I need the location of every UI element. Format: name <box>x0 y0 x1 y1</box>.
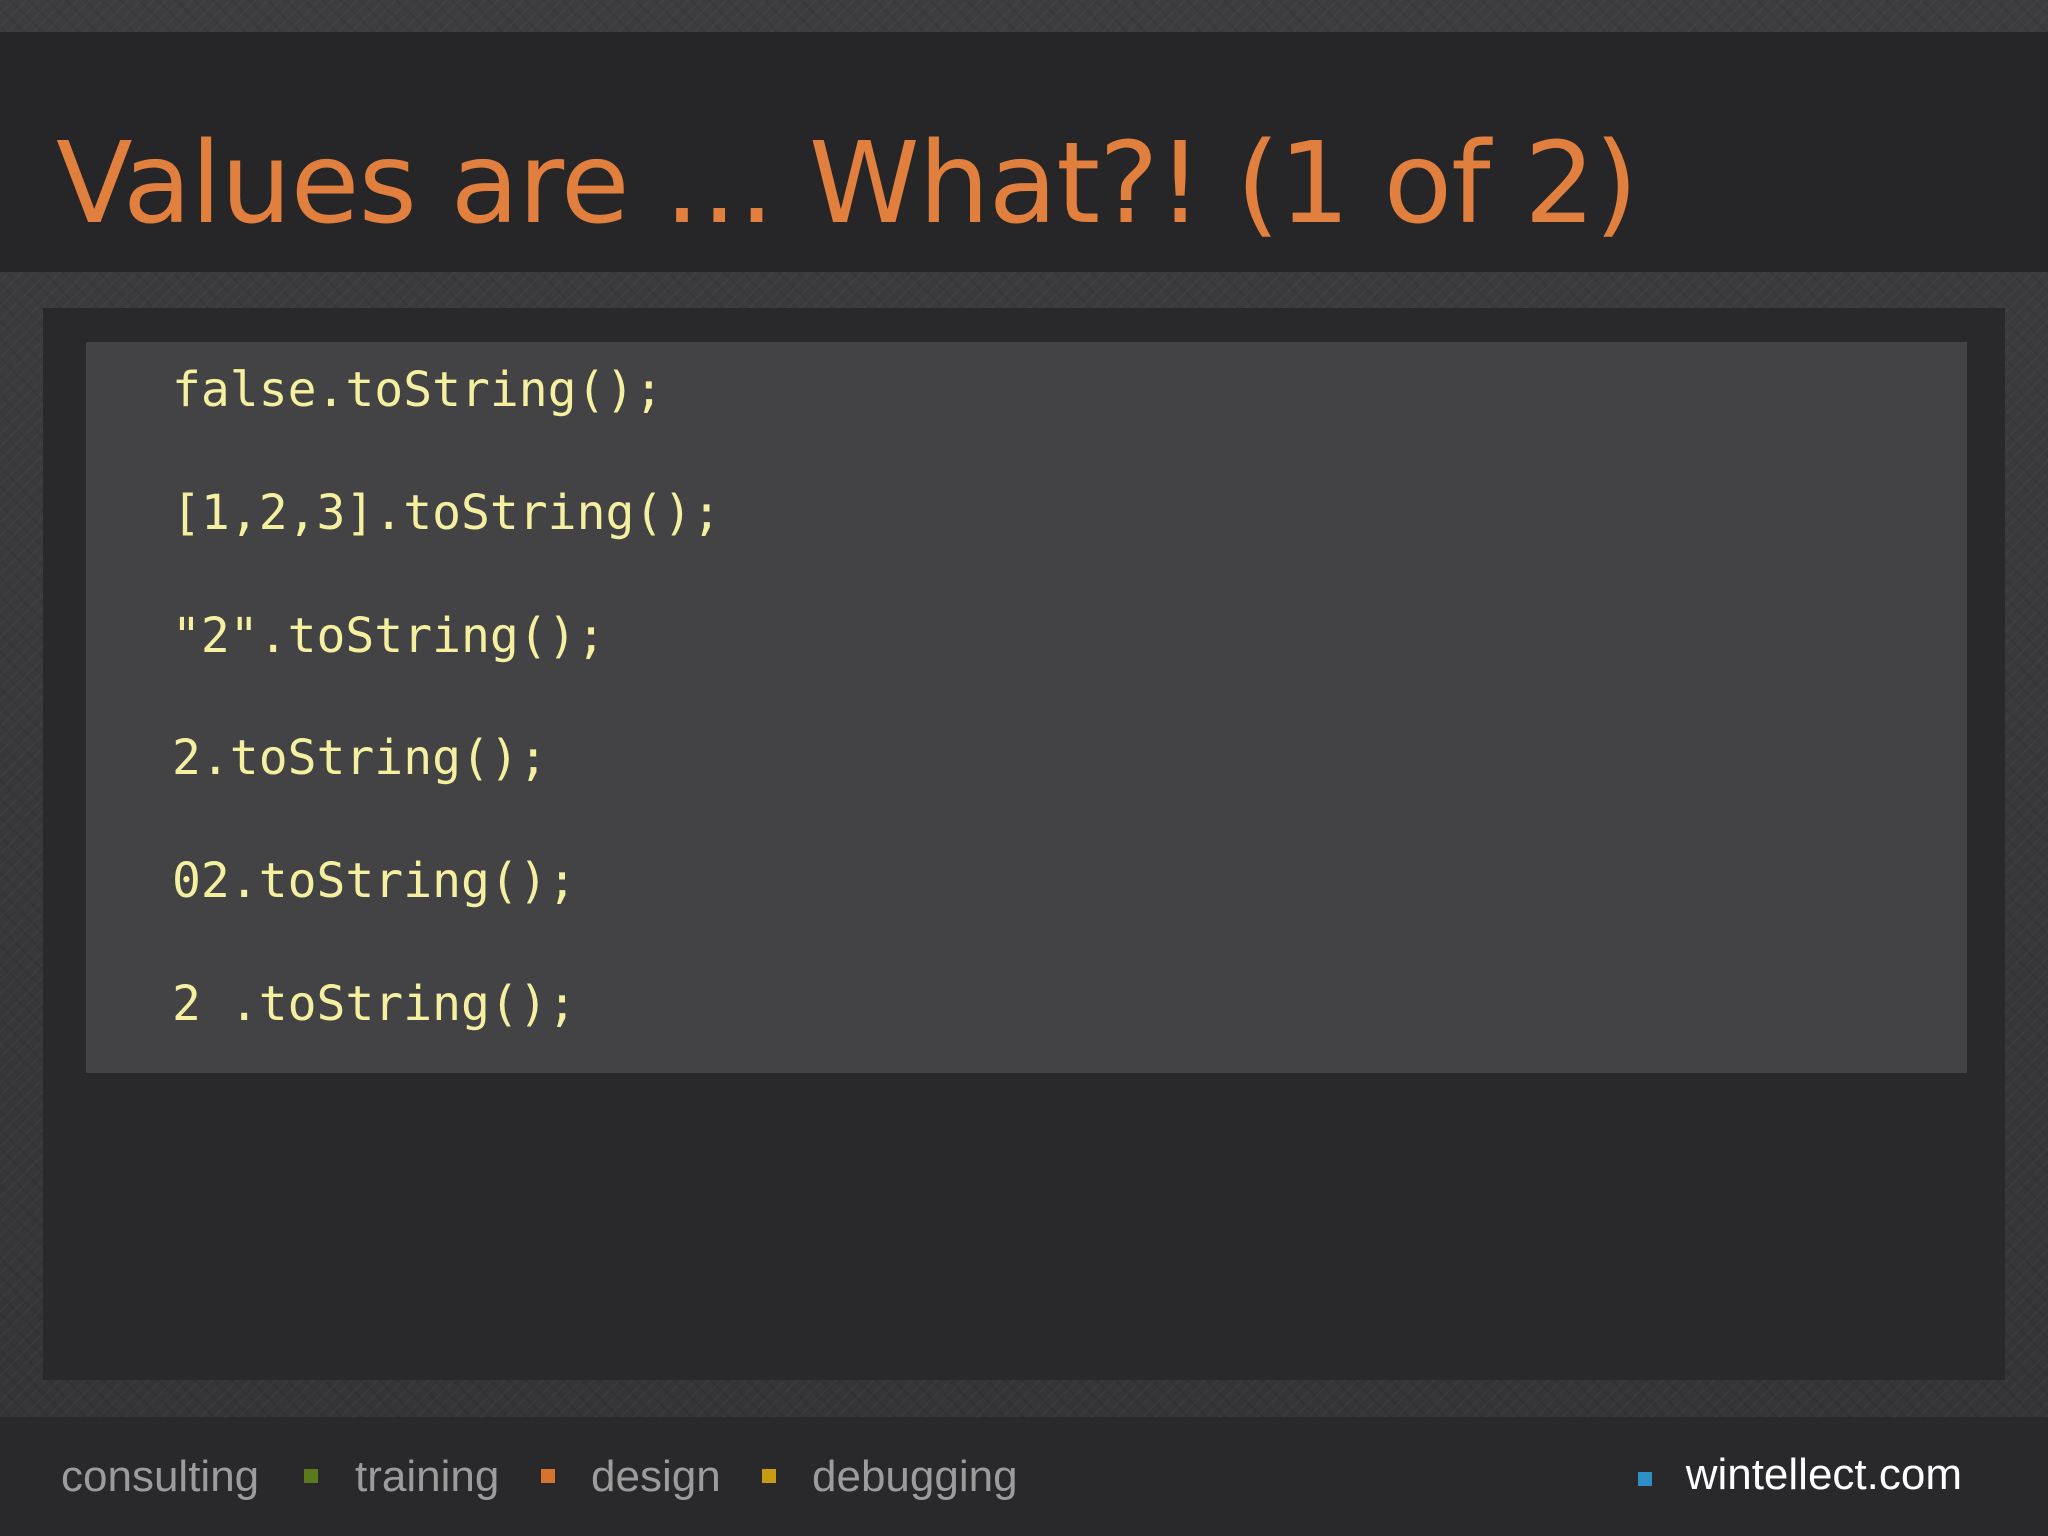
footer-item-debugging: debugging <box>812 1452 1018 1501</box>
code-line: "2".toString(); <box>172 608 606 664</box>
footer-bar: consulting training design debugging win… <box>0 1417 2048 1536</box>
footer-item-consulting: consulting <box>61 1452 260 1501</box>
site-bullet-icon <box>1638 1472 1652 1486</box>
code-line: 2 .toString(); <box>172 976 577 1032</box>
content-panel: false.toString(); [1,2,3].toString(); "2… <box>43 308 2005 1380</box>
code-line: [1,2,3].toString(); <box>172 485 722 541</box>
code-line: 2.toString(); <box>172 730 548 786</box>
square-bullet-icon <box>304 1469 318 1483</box>
title-bar: Values are … What?! (1 of 2) <box>0 32 2048 272</box>
slide-title: Values are … What?! (1 of 2) <box>56 119 1638 249</box>
site-link[interactable]: wintellect.com <box>1686 1445 1962 1505</box>
square-bullet-icon <box>541 1469 555 1483</box>
code-line: false.toString(); <box>172 362 664 418</box>
code-line: 02.toString(); <box>172 853 577 909</box>
square-bullet-icon <box>762 1469 776 1483</box>
code-block: false.toString(); [1,2,3].toString(); "2… <box>86 342 1967 1073</box>
footer-item-training: training <box>355 1452 500 1501</box>
footer-item-design: design <box>591 1452 721 1501</box>
